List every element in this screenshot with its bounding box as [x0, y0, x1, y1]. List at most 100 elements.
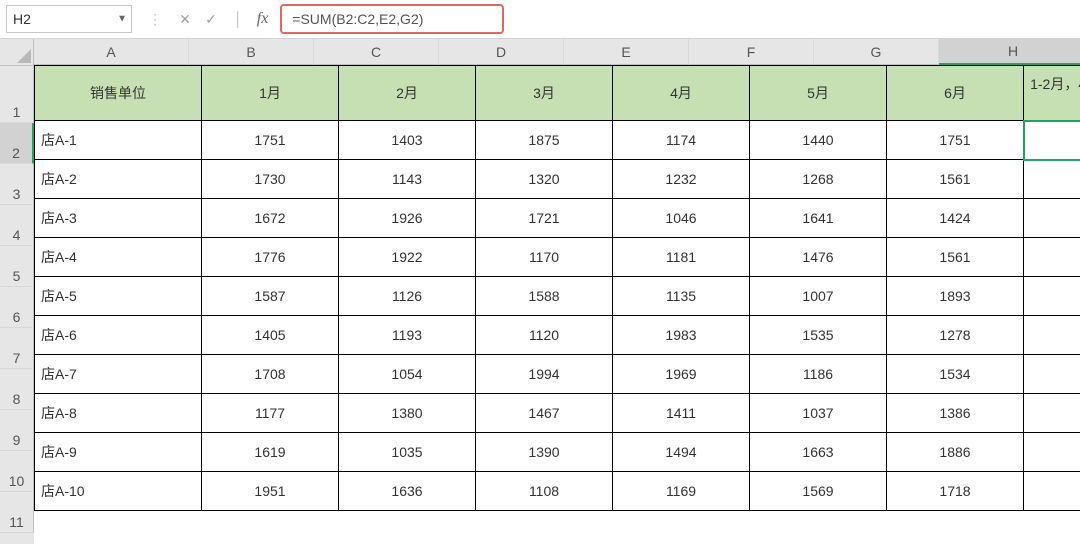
- column-header-A[interactable]: A: [34, 39, 189, 65]
- cell-m4[interactable]: 1969: [613, 355, 750, 394]
- cell-m2[interactable]: 1126: [339, 277, 476, 316]
- header-m4[interactable]: 4月: [613, 65, 750, 121]
- header-unit[interactable]: 销售单位: [34, 65, 202, 121]
- cell-m1[interactable]: 1951: [202, 472, 339, 511]
- cell-unit[interactable]: 店A-7: [34, 355, 202, 394]
- cell-unit[interactable]: 店A-10: [34, 472, 202, 511]
- column-header-B[interactable]: B: [189, 39, 314, 65]
- cell-m5[interactable]: 1641: [750, 199, 887, 238]
- cell-m2[interactable]: 1403: [339, 121, 476, 160]
- cell-m6[interactable]: 1718: [887, 472, 1024, 511]
- header-total[interactable]: 1-2月，4月以及6月的销售合计: [1024, 65, 1080, 121]
- cell-m2[interactable]: 1193: [339, 316, 476, 355]
- row-header-2[interactable]: 2: [0, 123, 34, 164]
- cell-m6[interactable]: 1751: [887, 121, 1024, 160]
- header-m1[interactable]: 1月: [202, 65, 339, 121]
- row-header-10[interactable]: 10: [0, 451, 34, 492]
- cell-unit[interactable]: 店A-6: [34, 316, 202, 355]
- cell-m5[interactable]: 1037: [750, 394, 887, 433]
- column-header-C[interactable]: C: [314, 39, 439, 65]
- cell-m2[interactable]: 1636: [339, 472, 476, 511]
- cell-m2[interactable]: 1143: [339, 160, 476, 199]
- cell-m6[interactable]: 1561: [887, 160, 1024, 199]
- cell-m6[interactable]: 1886: [887, 433, 1024, 472]
- cell-m4[interactable]: 1135: [613, 277, 750, 316]
- cell-m3[interactable]: 1108: [476, 472, 613, 511]
- cell-unit[interactable]: 店A-3: [34, 199, 202, 238]
- column-header-G[interactable]: G: [814, 39, 939, 65]
- cell-m2[interactable]: 1926: [339, 199, 476, 238]
- cell-total[interactable]: 5859: [1024, 316, 1080, 355]
- cell-m3[interactable]: 1120: [476, 316, 613, 355]
- row-header-11[interactable]: 11: [0, 492, 34, 533]
- cell-m1[interactable]: 1776: [202, 238, 339, 277]
- header-m6[interactable]: 6月: [887, 65, 1024, 121]
- name-box[interactable]: H2 ▼: [6, 5, 132, 33]
- cell-total[interactable]: 6440: [1024, 238, 1080, 277]
- cell-m6[interactable]: 1278: [887, 316, 1024, 355]
- cell-m4[interactable]: 1169: [613, 472, 750, 511]
- cell-m3[interactable]: 1588: [476, 277, 613, 316]
- cell-unit[interactable]: 店A-4: [34, 238, 202, 277]
- cell-m2[interactable]: 1380: [339, 394, 476, 433]
- column-header-E[interactable]: E: [564, 39, 689, 65]
- header-m5[interactable]: 5月: [750, 65, 887, 121]
- cell-m5[interactable]: 1268: [750, 160, 887, 199]
- cell-unit[interactable]: 店A-5: [34, 277, 202, 316]
- cell-unit[interactable]: 店A-2: [34, 160, 202, 199]
- row-header-5[interactable]: 5: [0, 246, 34, 287]
- row-header-8[interactable]: 8: [0, 369, 34, 410]
- cell-m1[interactable]: 1751: [202, 121, 339, 160]
- row-header-6[interactable]: 6: [0, 287, 34, 328]
- row-header-1[interactable]: 1: [0, 66, 34, 123]
- cell-unit[interactable]: 店A-8: [34, 394, 202, 433]
- cell-m4[interactable]: 1181: [613, 238, 750, 277]
- cell-m5[interactable]: 1663: [750, 433, 887, 472]
- cell-m3[interactable]: 1875: [476, 121, 613, 160]
- row-header-4[interactable]: 4: [0, 205, 34, 246]
- cell-m4[interactable]: 1494: [613, 433, 750, 472]
- cell-m4[interactable]: 1411: [613, 394, 750, 433]
- select-all-corner[interactable]: [0, 39, 34, 66]
- cell-m3[interactable]: 1170: [476, 238, 613, 277]
- column-header-H[interactable]: H: [939, 39, 1080, 65]
- cell-m6[interactable]: 1893: [887, 277, 1024, 316]
- cell-m3[interactable]: 1390: [476, 433, 613, 472]
- row-header-3[interactable]: 3: [0, 164, 34, 205]
- cell-m1[interactable]: 1177: [202, 394, 339, 433]
- cell-m5[interactable]: 1476: [750, 238, 887, 277]
- cell-total[interactable]: 6034: [1024, 433, 1080, 472]
- column-header-F[interactable]: F: [689, 39, 814, 65]
- cell-m2[interactable]: 1035: [339, 433, 476, 472]
- cell-m3[interactable]: 1994: [476, 355, 613, 394]
- cell-m4[interactable]: 1046: [613, 199, 750, 238]
- header-m2[interactable]: 2月: [339, 65, 476, 121]
- header-m3[interactable]: 3月: [476, 65, 613, 121]
- fx-icon[interactable]: fx: [257, 10, 269, 28]
- cell-total[interactable]: 5741: [1024, 277, 1080, 316]
- row-header-9[interactable]: 9: [0, 410, 34, 451]
- cell-m4[interactable]: 1174: [613, 121, 750, 160]
- cell-m4[interactable]: 1232: [613, 160, 750, 199]
- cell-m1[interactable]: 1405: [202, 316, 339, 355]
- cell-total[interactable]: 5666: [1024, 160, 1080, 199]
- cell-m5[interactable]: 1569: [750, 472, 887, 511]
- cell-total[interactable]: 6079: [1024, 121, 1080, 160]
- cell-total[interactable]: 6474: [1024, 472, 1080, 511]
- cell-m6[interactable]: 1386: [887, 394, 1024, 433]
- cell-m1[interactable]: 1619: [202, 433, 339, 472]
- cell-unit[interactable]: 店A-1: [34, 121, 202, 160]
- cell-m3[interactable]: 1721: [476, 199, 613, 238]
- cell-m5[interactable]: 1535: [750, 316, 887, 355]
- cell-m3[interactable]: 1467: [476, 394, 613, 433]
- row-header-7[interactable]: 7: [0, 328, 34, 369]
- column-header-D[interactable]: D: [439, 39, 564, 65]
- cell-m2[interactable]: 1922: [339, 238, 476, 277]
- cell-m4[interactable]: 1983: [613, 316, 750, 355]
- cell-m5[interactable]: 1186: [750, 355, 887, 394]
- cell-unit[interactable]: 店A-9: [34, 433, 202, 472]
- cell-m6[interactable]: 1561: [887, 238, 1024, 277]
- cell-total[interactable]: 6265: [1024, 355, 1080, 394]
- cell-m3[interactable]: 1320: [476, 160, 613, 199]
- cell-m1[interactable]: 1730: [202, 160, 339, 199]
